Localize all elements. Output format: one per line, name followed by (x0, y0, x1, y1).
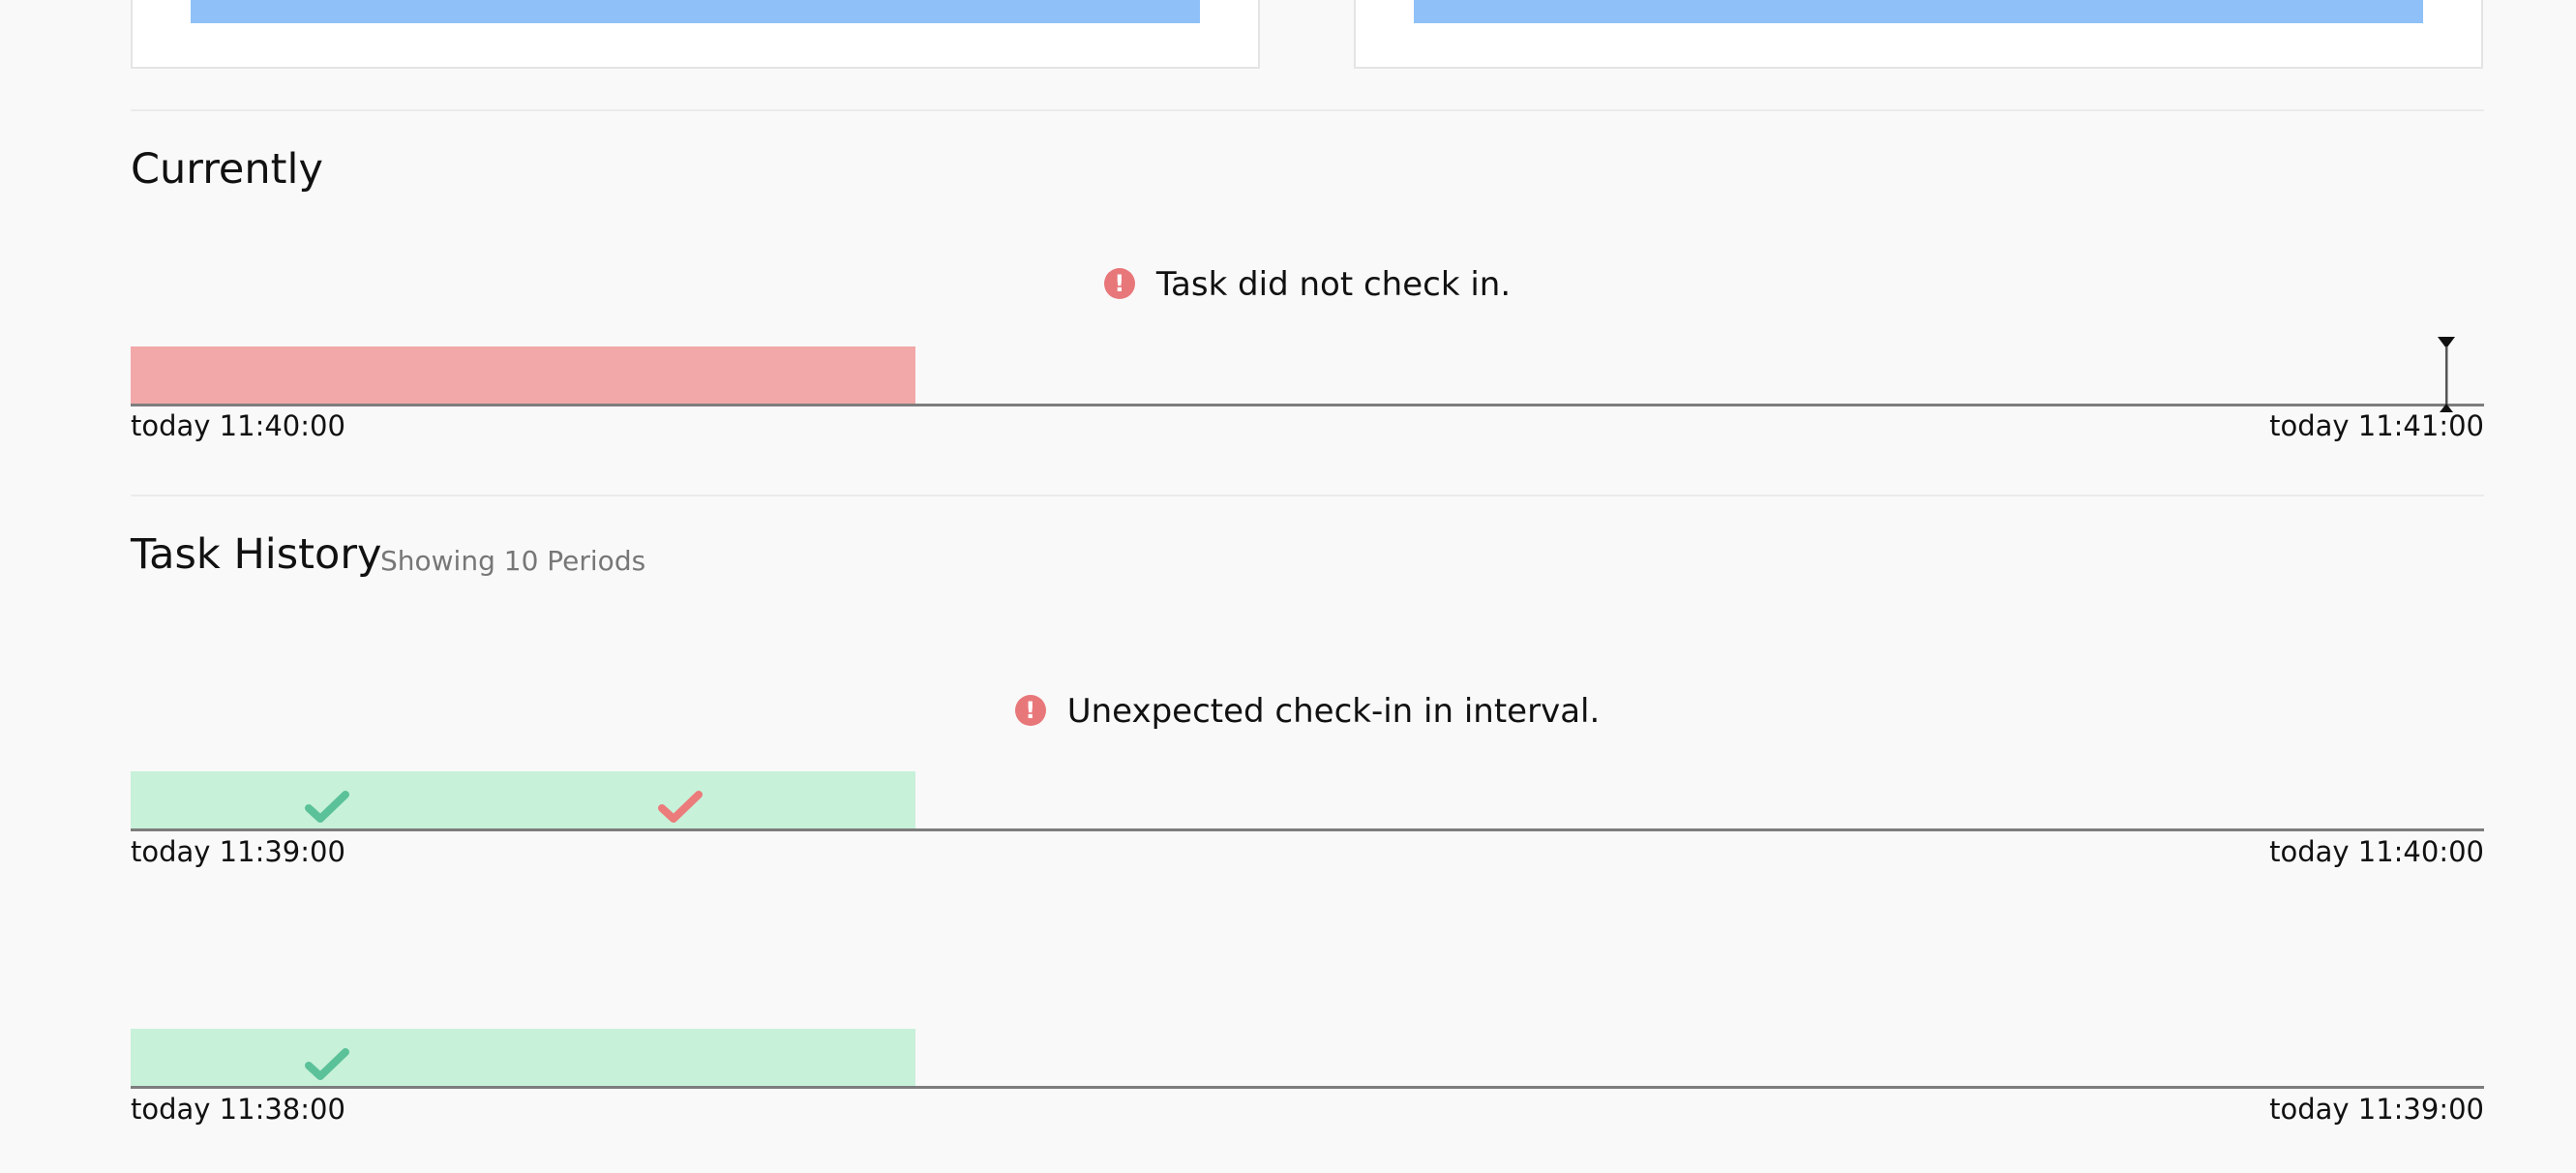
timeline-axis (131, 1086, 2484, 1089)
check-icon[interactable] (305, 791, 349, 824)
timeline-end-label: today 11:41:00 (2269, 409, 2484, 442)
period-timeline (131, 1029, 2484, 1089)
alert-circle-icon: ! (1014, 694, 1046, 726)
current-status-text: Task did not check in. (1155, 265, 1512, 304)
alert-circle-icon: ! (1103, 267, 1135, 299)
period-status-text: Unexpected check-in in interval. (1066, 692, 1601, 731)
timeline-start-label: today 11:38:00 (131, 1093, 345, 1126)
check-icon[interactable] (305, 1048, 349, 1081)
divider (131, 495, 2484, 496)
task-monitor-page: Currently ! Task did not check in. today … (0, 0, 2576, 1173)
period-timeline (131, 771, 2484, 831)
divider (131, 109, 2484, 111)
timeline-end-label: today 11:39:00 (2269, 1093, 2484, 1126)
now-marker-icon (2438, 337, 2455, 412)
timeline-end-label: today 11:40:00 (2269, 835, 2484, 868)
currently-title: Currently (131, 145, 323, 194)
timeline-axis (131, 828, 2484, 831)
timeline-axis (131, 404, 2484, 406)
timeline-start-label: today 11:39:00 (131, 835, 345, 868)
timeline-start-label: today 11:40:00 (131, 409, 345, 442)
current-status: ! Task did not check in. (131, 265, 2484, 304)
history-subtitle: Showing 10 Periods (380, 545, 646, 577)
missed-interval (131, 346, 915, 405)
card-bar-right (1414, 0, 2423, 23)
ok-interval (131, 771, 915, 829)
card-bar-left (191, 0, 1200, 23)
current-timeline (131, 346, 2484, 406)
history-title: Task History (131, 530, 382, 579)
summary-card-right (1354, 0, 2483, 69)
summary-card-left (131, 0, 1260, 69)
ok-interval (131, 1029, 915, 1087)
check-icon[interactable] (658, 791, 703, 824)
period-status: ! Unexpected check-in in interval. (131, 692, 2484, 731)
